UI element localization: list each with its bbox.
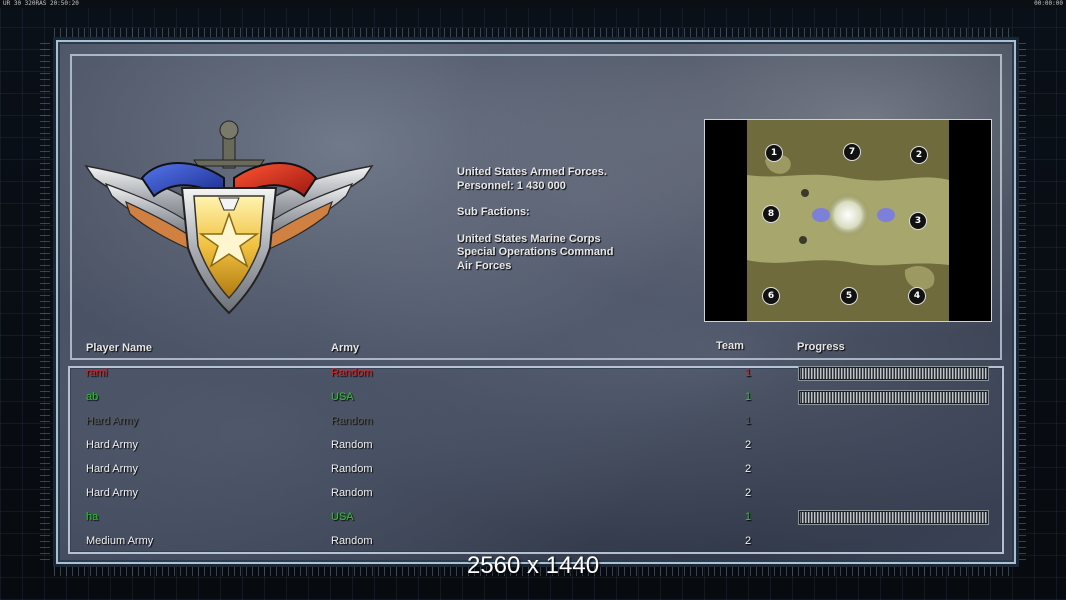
start-position-7[interactable]: 7 — [843, 143, 861, 161]
faction-name: United States Armed Forces. — [457, 166, 607, 178]
player-row[interactable] — [70, 484, 994, 504]
status-bar: UR 30 320RAS 20:50:20 00:00:00 — [0, 0, 1066, 8]
player-army: Random — [331, 535, 373, 547]
player-team: 2 — [745, 439, 752, 451]
player-row[interactable] — [70, 412, 994, 432]
usa-faction-emblem-icon — [84, 120, 374, 315]
start-position-1[interactable]: 1 — [765, 144, 783, 162]
start-position-5[interactable]: 5 — [840, 287, 858, 305]
player-name: Hard Army — [86, 487, 138, 499]
right-ruler — [1016, 40, 1026, 560]
player-name: Hard Army — [86, 415, 138, 427]
player-army: USA — [331, 391, 354, 403]
sub-faction-item: United States Marine Corps — [457, 232, 601, 245]
map-preview: 1 7 2 8 3 6 5 4 — [704, 119, 992, 322]
progress-bar — [798, 390, 989, 405]
left-ruler — [40, 40, 50, 560]
player-army: Random — [331, 367, 373, 379]
player-team: 1 — [745, 367, 752, 379]
player-team: 1 — [745, 415, 752, 427]
status-bar-clock: 00:00:00 — [1034, 0, 1063, 7]
player-team: 1 — [745, 391, 752, 403]
resolution-caption: 2560 x 1440 — [466, 552, 600, 579]
player-army: Random — [331, 463, 373, 475]
column-header-player: Player Name — [86, 342, 153, 354]
player-army: Random — [331, 415, 373, 427]
player-name: Medium Army — [86, 535, 154, 547]
sub-faction-item: Air Forces — [457, 259, 512, 272]
player-team: 2 — [745, 463, 752, 475]
player-name: Hard Army — [86, 439, 138, 451]
player-row[interactable] — [70, 436, 994, 456]
status-bar-left: UR 30 320RAS 20:50:20 — [3, 0, 79, 7]
player-team: 2 — [745, 535, 752, 547]
start-position-8[interactable]: 8 — [762, 205, 780, 223]
player-name: ha — [86, 511, 99, 523]
player-name: ab — [86, 391, 99, 403]
player-row[interactable] — [70, 460, 994, 480]
column-header-army: Army — [331, 342, 360, 354]
player-army: Random — [331, 487, 373, 499]
start-position-6[interactable]: 6 — [762, 287, 780, 305]
top-ruler — [54, 28, 1012, 38]
progress-bar — [798, 366, 989, 381]
player-army: Random — [331, 439, 373, 451]
sub-faction-item: Special Operations Command — [457, 246, 614, 258]
start-position-3[interactable]: 3 — [909, 212, 927, 230]
progress-bar — [798, 510, 989, 525]
player-team: 1 — [745, 511, 752, 523]
sub-factions-label: Sub Factions: — [457, 206, 530, 218]
column-header-team: Team — [716, 340, 744, 352]
player-row[interactable] — [70, 532, 994, 552]
player-name: rami — [86, 367, 108, 379]
player-team: 2 — [745, 487, 752, 499]
column-header-progress: Progress — [797, 341, 845, 353]
faction-description: United States Armed Forces. Personnel: 1… — [457, 166, 613, 273]
player-army: USA — [331, 511, 354, 523]
faction-personnel: Personnel: 1 430 000 — [457, 179, 566, 192]
player-name: Hard Army — [86, 463, 138, 475]
start-position-4[interactable]: 4 — [908, 287, 926, 305]
start-position-2[interactable]: 2 — [910, 146, 928, 164]
